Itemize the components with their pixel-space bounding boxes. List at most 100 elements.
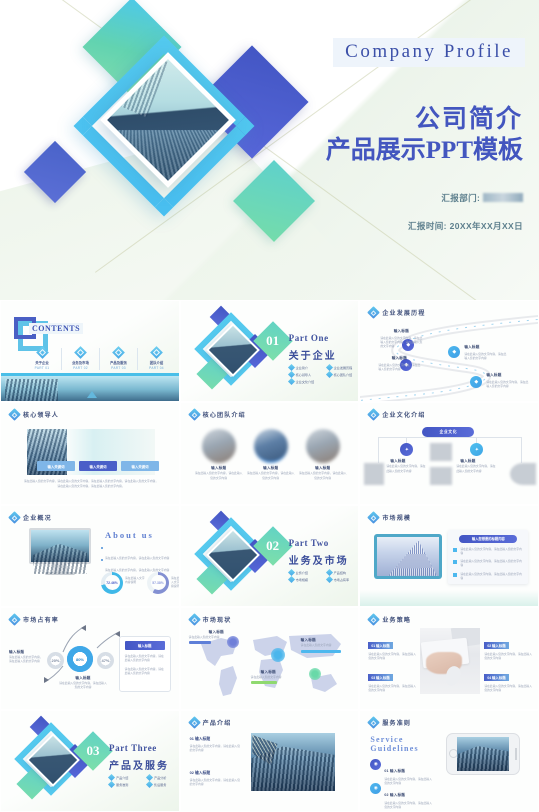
tab-keyword-3[interactable]: 输入关键词 — [121, 461, 159, 472]
list-item: 企业文化介绍 — [287, 377, 321, 386]
slide-thumb-section-two[interactable]: 02 Part Two 业务及市场 业务介绍 产品结构 市场规模 市场占有率 — [179, 504, 360, 608]
tab-keyword-1[interactable]: 输入关键词 — [37, 461, 75, 472]
hero-title-line1: 公司简介 — [414, 106, 523, 133]
panel-point: 请在此输入您的文字内容，请在此输入您的文字内容 — [460, 571, 522, 580]
culture-photo — [364, 463, 385, 486]
contents-item-label: 业务及市场 — [72, 361, 89, 365]
square-bullet-icon — [453, 560, 458, 565]
slide-title: 核心团队介绍 — [202, 413, 246, 420]
slide-thumb-service[interactable]: 服务准则 Service Guidelines ◉ 01 输入标题 请在此输入您… — [359, 709, 539, 812]
section-cn-title: 关于企业 — [288, 351, 337, 362]
slide-header: 核心领导人 — [8, 408, 60, 422]
slide-thumb-team[interactable]: 核心团队介绍 输入标题 请在此输入您的文字内容，请在此输入您的文字内容 输入标题… — [179, 402, 360, 505]
avatar — [253, 429, 288, 464]
iphone-screen — [457, 736, 510, 771]
contents-item-part: PART 03 — [111, 366, 126, 370]
list-item: 企业简介 — [287, 363, 321, 372]
list-item: 服务准则 — [107, 780, 141, 788]
slide-thumb-market-share[interactable]: 市场占有率 80% 20% 47% 输入标题 请在此输入您的文字内容，请在此输入… — [0, 607, 180, 710]
avatar — [305, 429, 340, 464]
list-item: 售后服务 — [145, 780, 179, 788]
leaders-body-text: 请在此输入您的文字内容，请在此输入您的文字内容，请在此输入您的文字内容，请在此输… — [23, 479, 159, 487]
list-item: 市场规模 — [287, 575, 321, 583]
hero-title-line2: 产品展示PPT模板 — [325, 137, 523, 164]
timeline-entry: 输入标题 请在此输入您的文字内容，请在此输入您的文字内容 — [486, 373, 528, 388]
iphone-mockup — [446, 732, 521, 775]
contents-item-part: PART 02 — [73, 366, 88, 370]
block-text: 请在此输入您的文字内容，请在此输入您的文字内容 — [59, 681, 107, 690]
culture-branch-desc: 请在此输入您的文字内容，请在此输入您的文字内容 — [386, 464, 426, 473]
team-member-desc: 请在此输入您的文字内容，请在此输入您的文字内容 — [246, 471, 295, 480]
diamond-icon — [287, 575, 295, 583]
region-block: 输入标题 请在此输入您的文字内容 — [300, 638, 349, 654]
section-bullet-list: 产品介绍 产品分析 服务准则 售后服务 — [107, 773, 179, 788]
service-item-label: 02 输入标题 — [384, 792, 406, 797]
list-item: 产品结构 — [325, 568, 359, 576]
list-item[interactable]: 业务及市场 PART 02 — [61, 346, 99, 370]
donut-label: 请在此输入文字内容说明 — [125, 575, 145, 584]
service-heading-line1: Service — [370, 734, 404, 744]
diamond-icon — [112, 346, 125, 359]
avatar — [201, 429, 236, 464]
slide-thumb-market-size[interactable]: 市场规模 输入您想要的标题内容 请在此输入您的文字内容，请在此输入您的文字内容 … — [359, 504, 539, 608]
slide-title: 市场规模 — [382, 515, 412, 522]
slide-header: 企业文化介绍 — [367, 408, 425, 422]
slide-thumb-history[interactable]: 企业发展历程 ◆ ◆ ◆ ◆ 输入标题 请在此输入您的文字内容，请在此输入您的文… — [359, 300, 539, 403]
market-share-bottom-block: 输入标题 请在此输入您的文字内容，请在此输入您的文字内容 — [59, 676, 107, 689]
slide-thumb-section-one[interactable]: 01 Part One 关于企业 企业简介 企业发展历程 核心领导人 核心团队介… — [179, 300, 360, 403]
donut-value: 72.46% — [106, 580, 118, 585]
map-pin-asia — [270, 648, 285, 663]
diamond-icon — [145, 780, 154, 788]
connector-line — [378, 437, 523, 439]
timeline-entry: 输入标题 请在此输入您的文字内容，请在此输入您的文字内容 — [464, 345, 506, 360]
handshake-icon: ✦ — [400, 443, 414, 457]
connector-line — [378, 437, 380, 464]
diamond-icon — [107, 780, 116, 788]
slide-thumb-product[interactable]: 产品介绍 01 输入标题 请在此输入您的文字内容，请在此输入您的文字内容 02 … — [179, 709, 360, 812]
slide-thumb-about[interactable]: 企业概况 About us 请在此输入您的文字内容，请在此输入您的文字内容 请在… — [0, 504, 180, 608]
tablet-screen — [377, 536, 440, 576]
donut-value: 57.38% — [152, 580, 164, 585]
team-member: 输入标题 请在此输入您的文字内容，请在此输入您的文字内容 — [246, 429, 295, 480]
market-size-panel: 输入您想要的标题内容 请在此输入您的文字内容，请在此输入您的文字内容 请在此输入… — [448, 529, 529, 584]
list-item[interactable]: 关于企业 PART 01 — [23, 346, 61, 370]
tab-keyword-2[interactable]: 输入关键词 — [79, 461, 117, 472]
list-item: 请在此输入您的文字内容，请在此输入您的文字内容 — [453, 547, 523, 555]
slide-thumb-strategy[interactable]: 业务策略 01 输入标题 请在此输入您的文字内容，请在此输入您的文字内容 03 … — [359, 607, 539, 710]
service-item-desc: 请在此输入您的文字内容，请在此输入您的文字内容 — [384, 800, 432, 809]
slide-title: 核心领导人 — [23, 413, 60, 420]
slide-thumb-market-status[interactable]: 市场现状 输入标题 请在此输入您的文字内容 输入标题 请在此输入您的文字内容 输… — [179, 607, 360, 710]
market-share-panel: 输入标题 请在此输入您的文字内容，请在此输入您的文字内容 请在此输入您的文字内容… — [118, 636, 171, 693]
slide-thumb-section-three[interactable]: 03 Part Three 产品及服务 产品介绍 产品分析 服务准则 售后服务 — [0, 709, 180, 812]
slide-thumb-leaders[interactable]: 核心领导人 输入关键词 输入关键词 输入关键词 请在此输入您的文字内容，请在此输… — [0, 402, 180, 505]
list-item[interactable]: 产品及服务 PART 03 — [99, 346, 137, 370]
square-bullet-icon — [453, 572, 458, 577]
list-item[interactable]: 团队介绍 PART 04 — [137, 346, 175, 370]
strategy-item: 01 输入标题 请在此输入您的文字内容，请在此输入您的文字内容 — [368, 634, 418, 660]
hero-slide: Company Profile 公司简介 产品展示PPT模板 汇报部门: 汇报时… — [0, 0, 539, 300]
culture-center-pill: 企业文化 — [422, 427, 475, 438]
slide-thumb-contents[interactable]: CONTENTS 关于企业 PART 01 业务及市场 PART 02 产品及服… — [0, 300, 180, 403]
slide-thumb-culture[interactable]: 企业文化介绍 企业文化 ✦ ✦ 输入标题 请在此输入您的文字内容，请在此输入您的… — [359, 402, 539, 505]
list-item: 市场占有率 — [325, 575, 359, 583]
timeline-label: 输入标题 — [391, 356, 407, 360]
strategy-item-desc: 请在此输入您的文字内容，请在此输入您的文字内容 — [484, 652, 532, 661]
gear-center: 80% — [67, 646, 93, 673]
section-en-title: Part Two — [288, 537, 329, 548]
number-badge-icon: ◉ — [370, 782, 382, 794]
slide-title: 产品介绍 — [202, 720, 232, 727]
bullet-dot-icon — [101, 546, 103, 549]
list-item: 产品分析 — [145, 773, 179, 781]
block-text: 请在此输入您的文字内容，请在此输入您的文字内容 — [9, 655, 43, 664]
product-block-desc: 请在此输入您的文字内容，请在此输入您的文字内容 — [189, 777, 241, 786]
play-triangle-icon — [87, 391, 97, 399]
list-item: 产品介绍 — [107, 773, 141, 781]
timeline-text: 请在此输入您的文字内容，请在此输入您的文字内容 — [486, 380, 529, 389]
connector-line — [521, 437, 523, 464]
idea-icon: ✦ — [470, 443, 484, 457]
contents-item-list: 关于企业 PART 01 业务及市场 PART 02 产品及服务 PART 03… — [23, 346, 175, 370]
section-en-title: Part One — [288, 333, 329, 343]
bullet-label: 企业发展历程 — [333, 366, 353, 370]
timeline-label: 输入标题 — [486, 373, 502, 377]
donut-label: 请在此输入文字内容说明 — [171, 575, 180, 589]
